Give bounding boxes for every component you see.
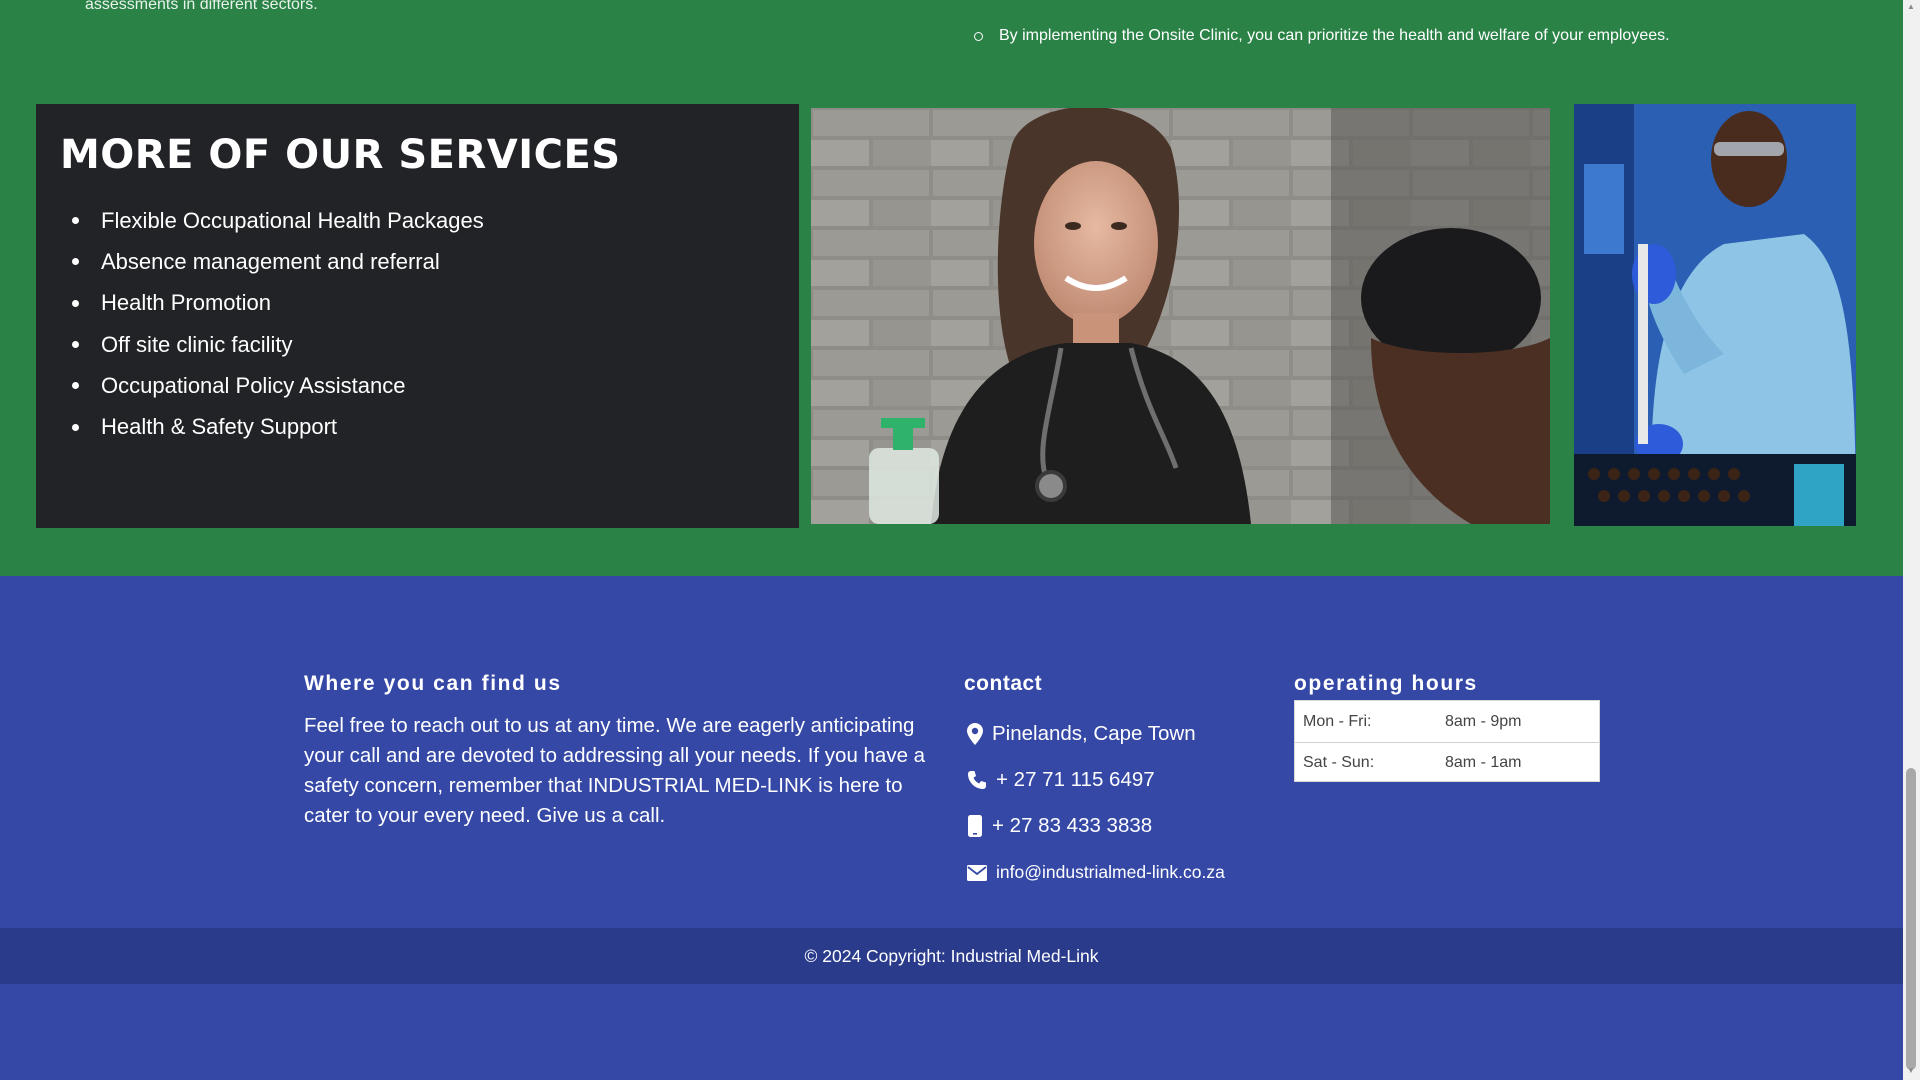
phone-text: + 27 71 115 6497 (996, 768, 1155, 791)
services-section: assessments in different sectors. By imp… (0, 0, 1903, 576)
scrollbar-thumb[interactable] (1906, 768, 1916, 1070)
list-item: Absence management and referral (72, 241, 775, 282)
table-row: Sat - Sun: 8am - 1am (1295, 742, 1599, 783)
bullet-icon (72, 341, 79, 349)
lab-technician-photo (1574, 104, 1856, 526)
services-list: Flexible Occupational Health Packages Ab… (72, 200, 775, 448)
list-item: Occupational Policy Assistance (72, 365, 775, 406)
email-link[interactable]: info@industrialmed-link.co.za (964, 862, 1225, 883)
phone-link[interactable]: + 27 71 115 6497 (964, 768, 1155, 792)
address-text: Pinelands, Cape Town (992, 722, 1196, 745)
hours-time: 8am - 9pm (1445, 712, 1522, 730)
circle-bullet-icon (974, 31, 983, 41)
onsite-clinic-item: By implementing the Onsite Clinic, you c… (974, 27, 1670, 45)
copyright-bar: © 2024 Copyright: Industrial Med-Link (0, 928, 1903, 984)
mobile-text: + 27 83 433 3838 (992, 814, 1153, 837)
scroll-down-icon[interactable]: ▼ (1906, 1066, 1916, 1075)
intro-text-tail: assessments in different sectors. (85, 0, 318, 13)
doctor-patient-photo (811, 108, 1550, 524)
table-row: Mon - Fri: 8am - 9pm (1295, 701, 1599, 742)
more-services-card: MORE OF OUR SERVICES Flexible Occupation… (36, 104, 799, 528)
hours-day: Sat - Sun: (1303, 754, 1375, 771)
bullet-icon (72, 423, 79, 431)
copyright-text: © 2024 Copyright: Industrial Med-Link (804, 945, 1099, 966)
scroll-up-icon[interactable]: ▲ (1906, 2, 1916, 11)
list-item: Health & Safety Support (72, 406, 775, 447)
bullet-icon (72, 217, 79, 225)
hours-table: Mon - Fri: 8am - 9pm Sat - Sun: 8am - 1a… (1294, 700, 1600, 782)
phone-icon (964, 770, 990, 790)
lab-technician-illustration (1574, 104, 1856, 526)
envelope-icon (964, 864, 990, 881)
bullet-icon (72, 258, 79, 266)
hours-day: Mon - Fri: (1303, 712, 1372, 730)
mobile-icon (964, 815, 986, 837)
bullet-icon (72, 382, 79, 390)
site-footer: Where you can find us Feel free to reach… (0, 576, 1903, 928)
list-item: Health Promotion (72, 283, 775, 324)
bullet-icon (72, 299, 79, 307)
doctor-patient-illustration (811, 108, 1550, 524)
list-item: Off site clinic facility (72, 324, 775, 365)
map-pin-icon (964, 723, 986, 745)
services-title: MORE OF OUR SERVICES (60, 132, 621, 178)
hours-heading: operating hours (1294, 672, 1478, 695)
find-us-text: Feel free to reach out to us at any time… (304, 714, 926, 827)
contact-heading: contact (964, 672, 1043, 695)
email-text: info@industrialmed-link.co.za (996, 862, 1225, 882)
contact-address: Pinelands, Cape Town (964, 722, 1196, 746)
mobile-link[interactable]: + 27 83 433 3838 (964, 814, 1152, 838)
hours-time: 8am - 1am (1445, 754, 1522, 771)
list-item: Flexible Occupational Health Packages (72, 200, 775, 241)
find-us-heading: Where you can find us (304, 672, 562, 695)
onsite-clinic-text: By implementing the Onsite Clinic, you c… (999, 27, 1670, 44)
